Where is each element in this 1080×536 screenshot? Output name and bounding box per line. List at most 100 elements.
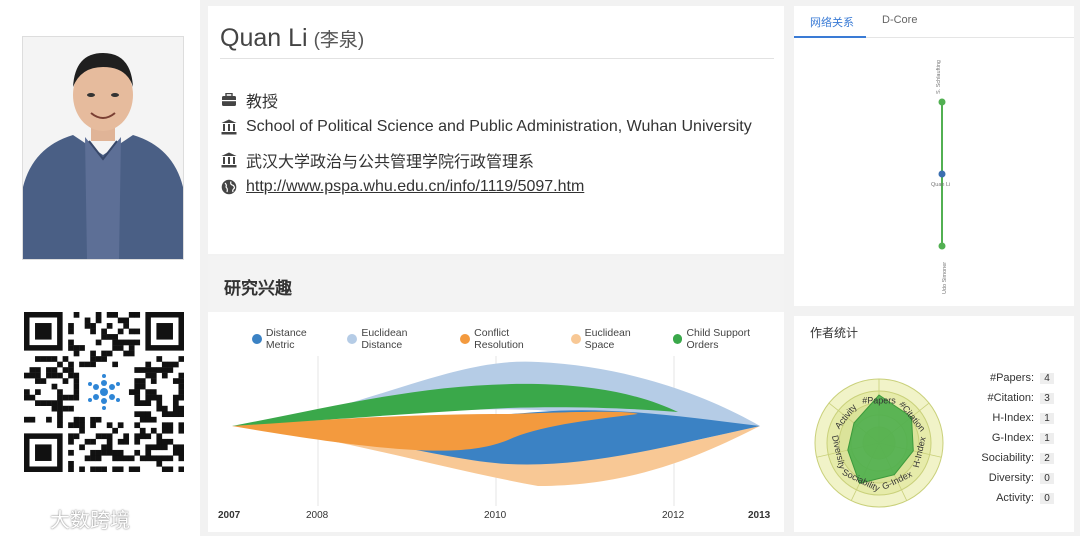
legend-item[interactable]: Child Support Orders xyxy=(672,327,784,351)
qr-module xyxy=(128,328,135,335)
qr-module xyxy=(90,466,96,473)
network-node[interactable] xyxy=(938,98,946,106)
qr-module xyxy=(57,405,63,412)
qr-module xyxy=(167,361,174,368)
qr-module xyxy=(68,323,74,329)
qr-module xyxy=(156,367,163,373)
qr-module xyxy=(172,449,179,456)
qr-module xyxy=(145,411,152,418)
stat-row: H-Index: 1 xyxy=(992,412,1054,424)
stat-label: Diversity: xyxy=(988,472,1034,484)
legend-item[interactable]: Conflict Resolution xyxy=(460,327,560,351)
qr-module xyxy=(57,411,63,418)
qr-module xyxy=(51,383,58,390)
qr-module xyxy=(68,460,74,467)
qr-module xyxy=(68,361,74,368)
qr-module xyxy=(101,444,107,451)
qr-module xyxy=(156,433,163,440)
qr-module xyxy=(172,378,179,384)
qr-module xyxy=(73,372,80,379)
network-node-self[interactable] xyxy=(938,170,946,178)
legend-item[interactable]: Distance Metric xyxy=(252,327,337,351)
qr-module xyxy=(51,372,58,379)
qr-module xyxy=(145,361,152,368)
qr-module xyxy=(145,394,152,401)
qr-module xyxy=(123,433,130,440)
qr-module xyxy=(134,312,141,318)
watermark-text: 大数跨境 xyxy=(50,510,130,532)
qr-module xyxy=(35,378,41,384)
qr-module xyxy=(134,389,141,395)
radar-label: #Papers xyxy=(862,395,896,405)
qr-module xyxy=(84,455,91,462)
qr-module xyxy=(29,367,36,373)
qr-module xyxy=(90,328,96,335)
qr-module xyxy=(79,422,85,429)
qr-module xyxy=(156,394,163,401)
qr-module xyxy=(134,383,141,390)
qr-logo-dot xyxy=(116,398,120,402)
qr-module xyxy=(95,339,102,346)
left-column: 大数跨境 xyxy=(0,0,200,536)
qr-module xyxy=(95,433,102,440)
qr-module xyxy=(161,438,168,445)
qr-code xyxy=(24,312,185,473)
legend-label: Euclidean Distance xyxy=(361,327,408,351)
qr-module xyxy=(156,405,163,412)
qr-module xyxy=(84,361,91,368)
qr-module xyxy=(106,323,113,329)
qr-module xyxy=(68,422,74,429)
qr-module xyxy=(112,427,118,434)
qr-module xyxy=(73,378,80,384)
homepage-link[interactable]: http://www.pspa.whu.edu.cn/info/1119/509… xyxy=(246,178,584,196)
qr-module xyxy=(161,411,168,418)
stat-label: #Citation: xyxy=(987,392,1034,404)
qr-module xyxy=(51,367,58,373)
qr-module xyxy=(101,466,107,473)
qr-module xyxy=(90,361,96,368)
legend-item[interactable]: Euclidean Distance xyxy=(347,327,450,351)
qr-logo-dot xyxy=(101,380,107,386)
qr-module xyxy=(57,372,63,379)
qr-module xyxy=(161,422,168,429)
legend-swatch xyxy=(347,334,358,344)
stat-value: 0 xyxy=(1040,472,1054,484)
stat-label: H-Index: xyxy=(992,412,1034,424)
qr-module xyxy=(117,328,124,335)
qr-module xyxy=(178,466,185,473)
qr-module xyxy=(134,339,141,346)
qr-module xyxy=(95,416,102,423)
legend-label: Conflict Resolution xyxy=(474,327,524,351)
qr-module xyxy=(139,383,146,390)
author-stats-panel: 作者统计 #Papers #Citation H-Index G-Index Socia… xyxy=(794,316,1074,532)
qr-module xyxy=(84,323,91,329)
qr-module xyxy=(172,405,179,412)
watermark-logo-icon xyxy=(10,505,44,533)
qr-logo-dot xyxy=(100,388,108,396)
x-tick-label: 2007 xyxy=(218,510,241,521)
network-node[interactable] xyxy=(938,242,946,250)
qr-module xyxy=(167,455,174,462)
tab-network[interactable]: 网络关系 xyxy=(810,14,854,30)
qr-module xyxy=(101,350,107,357)
qr-module xyxy=(178,444,185,451)
legend-item[interactable]: Euclidean Space xyxy=(570,327,663,351)
radar-chart: #Papers #CitationH-IndexG-IndexSociabilit… xyxy=(814,378,944,508)
qr-module xyxy=(46,356,52,362)
qr-module xyxy=(62,378,69,384)
tab-d-core[interactable]: D-Core xyxy=(882,14,917,26)
position-row: 教授 xyxy=(220,88,278,112)
qr-module xyxy=(117,317,124,324)
qr-module xyxy=(68,466,74,473)
qr-module xyxy=(112,455,118,462)
qr-module xyxy=(57,400,63,406)
qr-module xyxy=(150,416,157,423)
qr-module xyxy=(167,427,174,434)
qr-module xyxy=(24,389,30,395)
qr-module xyxy=(79,444,85,451)
qr-module xyxy=(106,433,113,440)
qr-module xyxy=(68,339,74,346)
stat-row: Sociability: 2 xyxy=(981,452,1054,464)
qr-module xyxy=(73,433,80,440)
qr-module xyxy=(101,334,107,340)
